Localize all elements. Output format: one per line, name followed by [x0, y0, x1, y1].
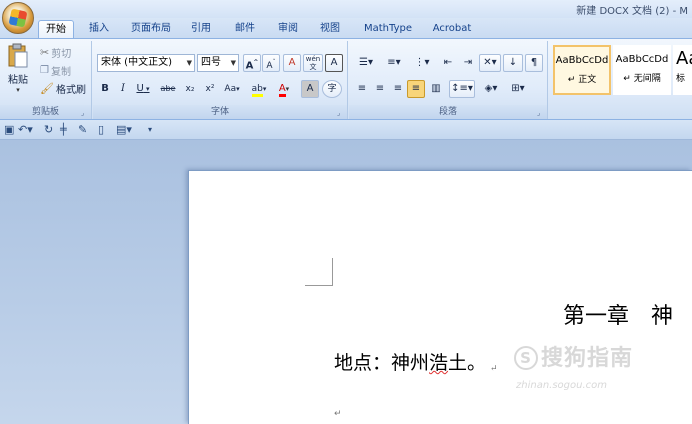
paste-dropdown-icon: ▾: [16, 86, 20, 94]
align-left-icon[interactable]: ≡: [353, 80, 371, 98]
underline-button[interactable]: U ▾: [133, 80, 153, 98]
paste-icon: [8, 43, 28, 68]
undo-icon[interactable]: ↶▾: [18, 123, 33, 137]
body-paragraph[interactable]: 地点：神州浩土。 ↵: [334, 348, 498, 375]
save-icon[interactable]: ▣: [4, 123, 14, 137]
font-color-button[interactable]: A▾: [273, 80, 295, 98]
character-shading-button[interactable]: A: [301, 80, 319, 98]
change-case-button[interactable]: Aa▾: [221, 80, 243, 98]
bold-button[interactable]: B: [97, 80, 113, 98]
subscript-button[interactable]: x₂: [181, 80, 199, 98]
align-center-icon[interactable]: ≡: [371, 80, 389, 98]
quick-access-toolbar: ▣ ↶▾ ↻ ╪ ✎ ▯ ▤▾ ▾: [0, 120, 692, 140]
paste-label: 粘贴: [8, 75, 28, 86]
paragraph-mark-icon: ↵: [490, 364, 498, 374]
draw-table-icon[interactable]: ╪: [60, 123, 67, 137]
title-bar: 新建 DOCX 文档 (2) - M: [0, 0, 692, 18]
chinese-layout-icon[interactable]: ✕▾: [479, 54, 501, 72]
tab-insert[interactable]: 插入: [84, 20, 114, 38]
justify-icon[interactable]: ≡: [407, 80, 425, 98]
ribbon: 粘贴 ▾ ✂ 剪切 ❐ 复制 🖌 格式刷 剪贴板 ⌟ 宋体 (中文正文) ▼ 四…: [0, 38, 692, 120]
chevron-down-icon: ▼: [186, 59, 192, 67]
paragraph-group-label: 段落: [349, 105, 547, 119]
cut-button[interactable]: ✂ 剪切: [40, 45, 71, 60]
para-mark-icon: ↵: [623, 74, 634, 84]
paragraph-group: ☰▾ ≡▾ ⋮▾ ⇤ ⇥ ✕▾ ↓ ¶ ≡ ≡ ≡ ≡ ▥ ↕≡▾ ◈▾ ⊞▾ …: [349, 41, 548, 119]
show-marks-icon[interactable]: ¶: [525, 54, 543, 72]
scissors-icon: ✂: [40, 46, 50, 59]
style-normal[interactable]: AaBbCcDd ↵ 正文: [553, 45, 611, 95]
spelling-error: 浩: [429, 352, 449, 374]
decrease-indent-icon[interactable]: ⇤: [439, 54, 457, 72]
font-launcher-icon[interactable]: ⌟: [337, 109, 345, 117]
superscript-button[interactable]: x²: [201, 80, 219, 98]
watermark: S 搜狗指南: [514, 340, 633, 372]
multilevel-list-icon[interactable]: ⋮▾: [409, 54, 435, 72]
redo-icon[interactable]: ↻: [44, 123, 53, 137]
phonetic-guide-button[interactable]: wén 文: [303, 54, 323, 72]
table-icon[interactable]: ▤▾: [116, 123, 132, 137]
highlight-button[interactable]: ab▾: [247, 80, 271, 98]
tab-review[interactable]: 审阅: [273, 20, 303, 38]
styles-group: AaBbCcDd ↵ 正文 AaBbCcDd ↵ 无间隔 Aa 标: [549, 41, 692, 119]
office-button[interactable]: [2, 2, 34, 34]
para-mark-icon: ↵: [567, 75, 579, 85]
edit-icon[interactable]: ✎: [78, 123, 87, 137]
window-title: 新建 DOCX 文档 (2) - M: [576, 6, 688, 17]
italic-button[interactable]: I: [115, 80, 131, 98]
margin-corner-mark: [305, 258, 333, 286]
paragraph-mark-icon: ↵: [334, 409, 342, 419]
ribbon-tabs: 开始 插入 页面布局 引用 邮件 审阅 视图 MathType Acrobat: [0, 18, 692, 38]
shading-icon[interactable]: ◈▾: [479, 80, 503, 98]
grow-font-button[interactable]: A^: [243, 54, 261, 72]
numbering-icon[interactable]: ≡▾: [381, 54, 407, 72]
borders-icon[interactable]: ⊞▾: [505, 80, 531, 98]
sogou-logo-icon: S: [514, 346, 538, 370]
document-page[interactable]: [188, 170, 692, 424]
paste-button[interactable]: 粘贴 ▾: [4, 43, 32, 99]
customize-qat-icon[interactable]: ▾: [148, 123, 152, 137]
character-border-button[interactable]: A: [325, 54, 343, 72]
font-name-combo[interactable]: 宋体 (中文正文) ▼: [97, 54, 195, 72]
tab-home[interactable]: 开始: [38, 20, 74, 38]
font-group: 宋体 (中文正文) ▼ 四号 ▼ A^ Aˇ A wén 文 A B I U ▾ …: [93, 41, 348, 119]
chevron-down-icon: ▼: [230, 59, 236, 67]
tab-acrobat[interactable]: Acrobat: [427, 20, 477, 38]
format-painter-button[interactable]: 🖌 格式刷: [40, 81, 86, 96]
clipboard-group: 粘贴 ▾ ✂ 剪切 ❐ 复制 🖌 格式刷 剪贴板 ⌟: [0, 41, 92, 119]
style-no-spacing[interactable]: AaBbCcDd ↵ 无间隔: [613, 45, 671, 95]
office-logo-icon: [8, 8, 28, 28]
tab-mailings[interactable]: 邮件: [230, 20, 260, 38]
font-group-label: 字体: [93, 105, 347, 119]
clipboard-launcher-icon[interactable]: ⌟: [81, 109, 89, 117]
brush-icon: 🖌: [40, 82, 54, 95]
increase-indent-icon[interactable]: ⇥: [459, 54, 477, 72]
line-spacing-icon[interactable]: ↕≡▾: [449, 80, 475, 98]
tab-mathtype[interactable]: MathType: [358, 20, 418, 38]
tab-references[interactable]: 引用: [186, 20, 216, 38]
paragraph-launcher-icon[interactable]: ⌟: [537, 109, 545, 117]
clear-format-button[interactable]: A: [283, 54, 301, 72]
chapter-heading[interactable]: 第一章 神: [563, 298, 673, 330]
copy-button[interactable]: ❐ 复制: [40, 63, 71, 78]
enclose-character-button[interactable]: 字: [322, 80, 342, 98]
font-size-combo[interactable]: 四号 ▼: [197, 54, 239, 72]
align-right-icon[interactable]: ≡: [389, 80, 407, 98]
strikethrough-button[interactable]: abe: [157, 80, 179, 98]
bullets-icon[interactable]: ☰▾: [353, 54, 379, 72]
new-page-icon[interactable]: ▯: [98, 123, 104, 137]
clipboard-group-label: 剪贴板: [0, 105, 91, 119]
shrink-font-button[interactable]: Aˇ: [262, 54, 280, 72]
copy-icon: ❐: [40, 65, 49, 76]
tab-view[interactable]: 视图: [315, 20, 345, 38]
watermark-url: zhinan.sogou.com: [516, 380, 608, 391]
distribute-icon[interactable]: ▥: [427, 80, 445, 98]
style-heading[interactable]: Aa 标: [673, 45, 692, 95]
sort-icon[interactable]: ↓: [503, 54, 523, 72]
tab-page-layout[interactable]: 页面布局: [126, 20, 176, 38]
